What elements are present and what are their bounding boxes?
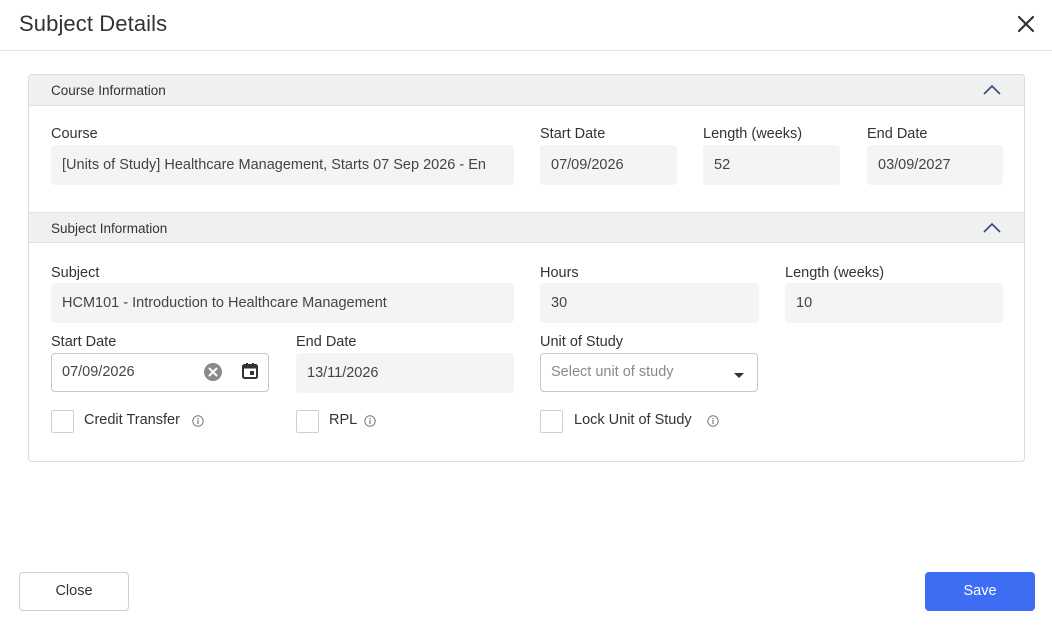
close-icon[interactable] bbox=[1014, 12, 1038, 36]
credit-transfer-label: Credit Transfer bbox=[84, 412, 180, 428]
unit-of-study-label: Unit of Study bbox=[540, 334, 624, 350]
rpl-checkbox[interactable] bbox=[296, 410, 319, 433]
unit-of-study-placeholder: Select unit of study bbox=[551, 364, 674, 380]
credit-transfer-checkbox[interactable] bbox=[51, 410, 74, 433]
lock-unit-info-icon[interactable] bbox=[707, 414, 719, 427]
course-length-field: 52 bbox=[703, 145, 840, 185]
course-information-header[interactable]: Course Information bbox=[29, 75, 1024, 106]
credit-transfer-info-icon[interactable] bbox=[192, 414, 204, 427]
subject-length-field[interactable]: 10 bbox=[785, 283, 1003, 323]
close-button[interactable]: Close bbox=[19, 572, 129, 611]
subject-start-date-label: Start Date bbox=[51, 334, 117, 350]
subject-start-date-input[interactable]: 07/09/2026 bbox=[51, 353, 269, 392]
calendar-icon[interactable] bbox=[240, 361, 260, 381]
subject-field: HCM101 - Introduction to Healthcare Mana… bbox=[51, 283, 514, 323]
course-label: Course bbox=[51, 126, 98, 142]
subject-length-label: Length (weeks) bbox=[785, 265, 885, 281]
course-length-label: Length (weeks) bbox=[703, 126, 803, 142]
subject-end-date-label: End Date bbox=[296, 334, 357, 350]
hours-label: Hours bbox=[540, 265, 579, 281]
save-button[interactable]: Save bbox=[925, 572, 1035, 611]
dialog-title: Subject Details bbox=[19, 11, 168, 36]
unit-of-study-select[interactable]: Select unit of study bbox=[540, 353, 758, 392]
course-end-date-label: End Date bbox=[867, 126, 928, 142]
subject-label: Subject bbox=[51, 265, 100, 281]
dialog-header: Subject Details bbox=[0, 0, 1052, 51]
details-panel: Course Information Course [Units of Stud… bbox=[28, 74, 1025, 462]
chevron-up-icon[interactable] bbox=[982, 82, 1002, 98]
lock-unit-label: Lock Unit of Study bbox=[574, 412, 692, 428]
subject-end-date-field: 13/11/2026 bbox=[296, 353, 514, 393]
course-start-date-label: Start Date bbox=[540, 126, 606, 142]
dropdown-arrow-icon[interactable] bbox=[733, 367, 745, 378]
course-end-date-field: 03/09/2027 bbox=[867, 145, 1003, 185]
course-start-date-field: 07/09/2026 bbox=[540, 145, 677, 185]
course-information-title: Course Information bbox=[51, 83, 166, 98]
rpl-label: RPL bbox=[329, 412, 358, 428]
course-field: [Units of Study] Healthcare Management, … bbox=[51, 145, 514, 185]
subject-information-header[interactable]: Subject Information bbox=[29, 212, 1024, 243]
chevron-up-icon[interactable] bbox=[982, 220, 1002, 236]
subject-start-date-value: 07/09/2026 bbox=[62, 364, 135, 380]
subject-information-title: Subject Information bbox=[51, 221, 168, 236]
subject-details-dialog: Subject Details Course Information Cours… bbox=[0, 0, 1052, 629]
rpl-info-icon[interactable] bbox=[364, 414, 376, 427]
clear-date-icon[interactable] bbox=[202, 361, 224, 383]
lock-unit-checkbox[interactable] bbox=[540, 410, 563, 433]
hours-field[interactable]: 30 bbox=[540, 283, 759, 323]
